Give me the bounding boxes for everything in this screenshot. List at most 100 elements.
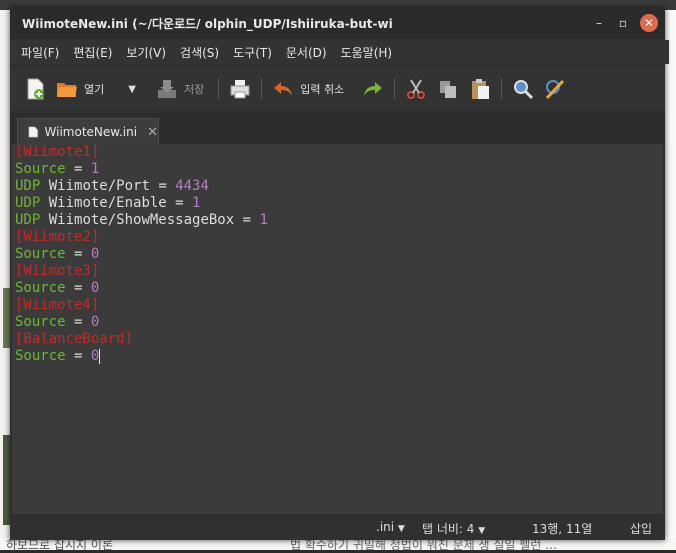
undo-button[interactable]: 입력 취소	[272, 73, 344, 105]
menu-edit[interactable]: 편집(E)	[66, 44, 119, 61]
minimize-button[interactable]: –	[590, 14, 608, 32]
chevron-down-icon: ▼	[478, 526, 486, 536]
tab-width-selector[interactable]: 탭 너비: 4 ▼	[422, 520, 485, 537]
open-label: 열기	[84, 83, 105, 96]
document-icon	[28, 126, 39, 138]
code-line: [Wiimote3]	[12, 263, 663, 280]
new-document-icon	[27, 78, 44, 100]
print-button[interactable]	[229, 73, 251, 105]
code-line: Source = 0	[15, 314, 100, 330]
menu-file[interactable]: 파일(F)	[14, 44, 66, 61]
copy-button[interactable]	[437, 73, 459, 105]
config-key: Wiimote/Port	[48, 178, 150, 194]
new-button[interactable]	[24, 73, 46, 105]
redo-icon	[364, 82, 383, 96]
config-value: 0	[90, 348, 100, 364]
background-right-strip	[664, 10, 676, 550]
redo-button[interactable]	[362, 73, 384, 105]
code-line: UDP Wiimote/Enable = 1	[15, 195, 201, 211]
menu-search[interactable]: 검색(S)	[173, 44, 226, 61]
maximize-button[interactable]: ▫	[614, 14, 632, 32]
status-bar: .ini ▼ 탭 너비: 4 ▼ 13행, 11열 삽입	[10, 516, 665, 540]
undo-icon	[274, 82, 293, 96]
code-line: [Wiimote2]	[12, 229, 663, 246]
undo-label: 입력 취소	[300, 83, 345, 96]
menu-help[interactable]: 도움말(H)	[334, 44, 400, 61]
section-header: [Wiimote2]	[15, 229, 100, 245]
text-cursor	[99, 348, 101, 364]
config-key: Source	[15, 246, 66, 262]
config-value: 1	[90, 161, 100, 177]
open-button[interactable]: 열기	[56, 73, 104, 105]
magnifier-icon	[514, 80, 534, 100]
filetype-selector[interactable]: .ini ▼	[376, 520, 405, 534]
code-line: Source = 0	[15, 246, 100, 262]
section-header: [Wiimote3]	[15, 263, 100, 279]
config-key-prefix: UDP	[15, 178, 41, 194]
config-key: Source	[15, 314, 66, 330]
cursor-position: 13행, 11열	[532, 522, 593, 536]
find-button[interactable]	[512, 73, 534, 105]
section-header: [Wiimote1]	[15, 144, 100, 160]
cut-button[interactable]	[405, 73, 427, 105]
config-value: 0	[90, 246, 100, 262]
editor-window: WiimoteNew.ini (~/다운로드/ olphin_UDP/Ishii…	[10, 8, 669, 540]
filetype-label: .ini	[376, 520, 395, 534]
toolbar-divider	[501, 78, 503, 100]
print-icon	[230, 80, 250, 99]
save-label: 저장	[183, 83, 205, 96]
config-value: 0	[90, 280, 100, 296]
paste-icon	[472, 79, 490, 99]
save-button[interactable]: 저장	[156, 73, 204, 105]
config-value: 4434	[175, 178, 209, 194]
preferences-icon	[546, 79, 565, 100]
text-editor[interactable]: [Wiimote1] Source = 1 UDP Wiimote/Port = 4…	[12, 144, 663, 514]
section-header: [Wiimote4]	[15, 297, 100, 313]
menu-view[interactable]: 보기(V)	[119, 44, 173, 61]
config-key: Source	[15, 280, 66, 296]
insert-mode: 삽입	[630, 522, 653, 536]
toolbar-divider	[261, 78, 263, 100]
tab-bar: WiimoteNew.ini ✕	[10, 114, 665, 145]
code-line: [Wiimote1]	[12, 144, 663, 161]
toolbar-divider	[218, 78, 220, 100]
toolbar: 열기 ▼ 저장 입력 취소	[10, 68, 665, 110]
toolbar-divider	[394, 78, 396, 100]
config-key: Source	[15, 161, 66, 177]
menu-tools[interactable]: 도구(T)	[226, 44, 279, 61]
tab-close-icon[interactable]: ✕	[147, 125, 158, 140]
tab-width-label: 탭 너비: 4	[422, 522, 475, 536]
config-key-prefix: UDP	[15, 195, 41, 211]
code-line: Source = 0	[15, 280, 100, 296]
config-key: Wiimote/Enable	[48, 195, 167, 211]
chevron-down-icon: ▼	[397, 524, 405, 534]
menu-bar: 파일(F) 편집(E) 보기(V) 검색(S) 도구(T) 문서(D) 도움말(…	[10, 40, 669, 64]
config-value: 1	[259, 212, 268, 228]
config-key: Wiimote/ShowMessageBox	[48, 212, 235, 228]
chevron-down-icon: ▼	[128, 83, 136, 95]
code-line: UDP Wiimote/Port = 4434	[15, 178, 209, 194]
tab-label: WiimoteNew.ini	[44, 125, 138, 139]
paste-button[interactable]	[469, 73, 491, 105]
copy-icon	[440, 81, 457, 98]
tab-wiimotenew[interactable]: WiimoteNew.ini ✕	[17, 118, 159, 145]
menu-document[interactable]: 문서(D)	[279, 44, 334, 61]
config-key-prefix: UDP	[15, 212, 41, 228]
code-line: Source = 1	[15, 161, 100, 177]
preferences-button[interactable]	[544, 73, 566, 105]
code-line: [BalanceBoard]	[12, 331, 663, 348]
scissors-icon	[407, 79, 426, 99]
config-key: Source	[15, 348, 66, 364]
close-button[interactable]: ✕	[640, 14, 658, 32]
code-line: [Wiimote4]	[12, 297, 663, 314]
config-value: 0	[90, 314, 100, 330]
section-header: [BalanceBoard]	[15, 331, 134, 347]
config-value: 1	[192, 195, 201, 211]
window-title: WiimoteNew.ini (~/다운로드/ olphin_UDP/Ishii…	[22, 17, 392, 31]
code-line: UDP Wiimote/ShowMessageBox = 1	[15, 212, 268, 228]
code-line: Source = 0	[15, 348, 101, 364]
open-dropdown-button[interactable]: ▼	[128, 73, 136, 105]
title-bar[interactable]: WiimoteNew.ini (~/다운로드/ olphin_UDP/Ishii…	[10, 8, 665, 38]
folder-open-icon	[57, 83, 77, 97]
save-icon	[157, 80, 176, 98]
